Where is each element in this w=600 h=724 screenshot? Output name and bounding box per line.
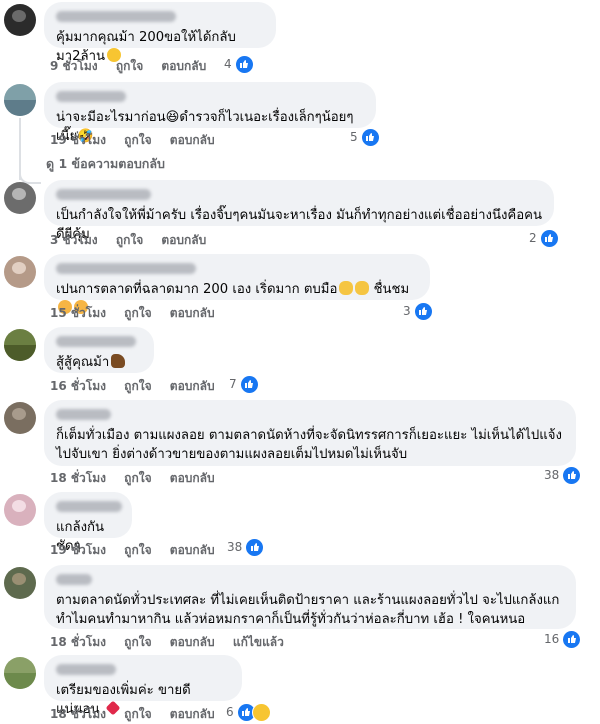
comment-time[interactable]: 19 ชั่วโมง [50,133,106,147]
comment-bubble: เตรียมของเพิ่มค่ะ ขายดีแน่นอน [44,655,242,717]
reaction-count[interactable]: 4 [224,54,254,74]
reply-button[interactable]: ตอบกลับ [170,471,215,485]
avatar[interactable] [4,256,36,288]
thumbs-up-icon [562,465,582,485]
reply-button[interactable]: ตอบกลับ [170,707,215,721]
reply-button[interactable]: ตอบกลับ [170,635,215,649]
commenter-name[interactable] [56,336,136,347]
comment-actions: 9 ชั่วโมง ถูกใจ ตอบกลับ [50,57,220,76]
like-button[interactable]: ถูกใจ [116,59,143,73]
commenter-name[interactable] [56,409,111,420]
comment-bubble: เปนการตลาดที่ฉลาดมาก 200 เอง เริ่ดมาก ตบ… [44,254,430,314]
comment-actions: 16 ชั่วโมง ถูกใจ ตอบกลับ [50,377,229,396]
reply-button[interactable]: ตอบกลับ [161,233,206,247]
avatar[interactable] [4,329,36,361]
comment-time[interactable]: 19 ชั่วโมง [50,543,106,557]
reaction-count[interactable]: 38 [227,537,265,557]
comment-time[interactable]: 18 ชั่วโมง [50,635,106,649]
comment-text: ตามตลาดนัดทั่วประเทศละ ที่ไม่เคยเห็นติดป… [56,593,560,627]
comment-time[interactable]: 18 ชั่วโมง [50,471,106,485]
comment-time[interactable]: 16 ชั่วโมง [50,379,106,393]
comment-actions: 15 ชั่วโมง ถูกใจ ตอบกลับ [50,304,229,323]
thumbs-up-icon [413,301,433,321]
comment-time[interactable]: 9 ชั่วโมง [50,59,98,73]
commenter-name[interactable] [56,664,116,675]
avatar[interactable] [4,4,36,36]
like-button[interactable]: ถูกใจ [124,379,151,393]
thumbs-up-icon [360,127,380,147]
laughing-face-icon [251,702,271,722]
avatar[interactable] [4,182,36,214]
reply-button[interactable]: ตอบกลับ [170,133,215,147]
comment-bubble: เป็นกำลังใจให้พี่ม้าครับ เรื่องจิ๊บๆคนมั… [44,180,554,242]
like-button[interactable]: ถูกใจ [124,543,151,557]
comment-text: ก็เต็มทั่วเมือง ตามแผงลอย ตามตลาดนัดห้าง… [56,428,562,462]
thumbs-up-icon [562,629,582,649]
comment-bubble: แกล้งกันชัดๆ [44,492,132,554]
avatar[interactable] [4,494,36,526]
comment-actions: 18 ชั่วโมง ถูกใจ ตอบกลับ [50,469,229,488]
comment-text: สู้สู้คุณม้า [56,353,142,372]
like-button[interactable]: ถูกใจ [124,471,151,485]
comment-bubble: คุ้มมากคุณม้า 200ขอให้ได้กลับมา2ล้าน [44,2,276,64]
reaction-count[interactable]: 6 [226,702,271,722]
comment-actions: 18 ชั่วโมง ถูกใจ ตอบกลับ แก้ไขแล้ว [50,633,298,652]
like-button[interactable]: ถูกใจ [124,635,151,649]
clap-emoji [339,281,354,295]
comment-bubble: น่าจะมีอะไรมาก่อน😆ดำรวจก็ไวเนอะเรื่องเล็… [44,82,376,144]
like-button[interactable]: ถูกใจ [124,707,151,721]
reaction-count[interactable]: 5 [350,127,380,147]
reply-button[interactable]: ตอบกลับ [170,543,215,557]
commenter-name[interactable] [56,189,151,200]
reaction-count[interactable]: 3 [403,301,433,321]
comment-time[interactable]: 15 ชั่วโมง [50,306,106,320]
comment-actions: 3 ชั่วโมง ถูกใจ ตอบกลับ [50,231,220,250]
commenter-name[interactable] [56,263,196,274]
avatar[interactable] [4,84,36,116]
horse-emoji [111,354,126,368]
avatar[interactable] [4,402,36,434]
thumbs-up-icon [245,537,265,557]
thumbs-up-icon [539,228,559,248]
avatar[interactable] [4,567,36,599]
reaction-count[interactable]: 2 [529,228,559,248]
comment-bubble: ตามตลาดนัดทั่วประเทศละ ที่ไม่เคยเห็นติดป… [44,565,576,629]
comment-bubble: ก็เต็มทั่วเมือง ตามแผงลอย ตามตลาดนัดห้าง… [44,400,576,466]
reply-button[interactable]: ตอบกลับ [170,379,215,393]
clap-emoji [355,281,370,295]
comment-bubble: สู้สู้คุณม้า [44,327,154,373]
reply-button[interactable]: ตอบกลับ [170,306,215,320]
reply-button[interactable]: ตอบกลับ [161,59,206,73]
commenter-name[interactable] [56,91,126,102]
comment-time[interactable]: 18 ชั่วโมง [50,707,106,721]
thumbs-up-icon [234,54,254,74]
view-replies-link[interactable]: ดู 1 ข้อความตอบกลับ [46,154,165,174]
reaction-count[interactable]: 38 [544,465,582,485]
like-button[interactable]: ถูกใจ [124,133,151,147]
reaction-count[interactable]: 16 [544,629,582,649]
like-button[interactable]: ถูกใจ [124,306,151,320]
commenter-name[interactable] [56,11,176,22]
thumbs-up-icon [239,374,259,394]
like-button[interactable]: ถูกใจ [116,233,143,247]
comment-time[interactable]: 3 ชั่วโมง [50,233,98,247]
avatar[interactable] [4,657,36,689]
commenter-name[interactable] [56,574,92,585]
reaction-count[interactable]: 7 [229,374,259,394]
comment-actions: 19 ชั่วโมง ถูกใจ ตอบกลับ [50,541,229,560]
commenter-name[interactable] [56,501,122,512]
edited-label: แก้ไขแล้ว [232,635,284,649]
comment-actions: 18 ชั่วโมง ถูกใจ ตอบกลับ [50,705,229,724]
comment-actions: 19 ชั่วโมง ถูกใจ ตอบกลับ [50,131,229,150]
